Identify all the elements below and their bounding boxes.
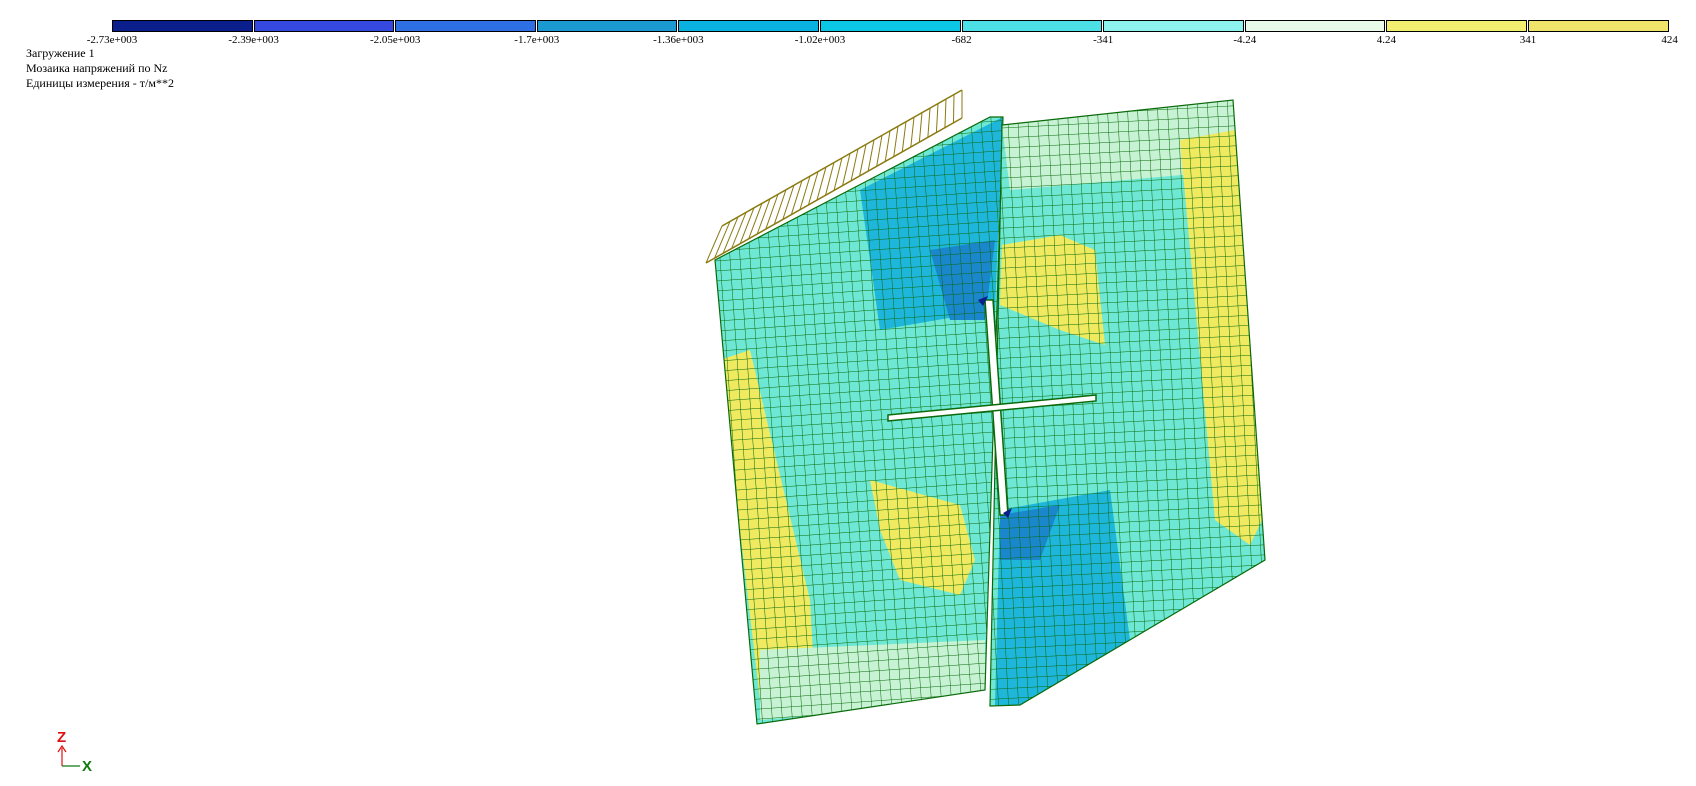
- load-arrow: [918, 112, 923, 143]
- x-axis-label: X: [82, 758, 92, 775]
- load-arrow: [893, 126, 899, 157]
- load-arrow: [722, 216, 739, 254]
- z-axis-label: Z: [57, 729, 66, 746]
- load-arrow: [714, 221, 731, 259]
- load-arrow: [867, 139, 875, 172]
- load-arrow: [739, 207, 755, 244]
- load-arrow: [935, 103, 939, 133]
- load-arrow: [910, 117, 915, 148]
- load-arrow: [927, 108, 931, 138]
- load-arrow: [901, 121, 907, 152]
- load-arrow: [748, 203, 763, 240]
- load-arrow: [944, 99, 947, 128]
- load-arrow: [833, 157, 843, 191]
- load-arrow: [876, 135, 883, 167]
- load-arrow: [850, 148, 859, 181]
- load-arrow: [859, 144, 867, 177]
- load-arrow: [952, 94, 955, 123]
- load-arrow: [884, 130, 891, 162]
- load-arrow: [731, 212, 747, 249]
- load-arrow: [842, 153, 851, 186]
- axis-indicator: Z X: [57, 729, 92, 775]
- load-arrow: [756, 198, 771, 235]
- stress-mosaic-canvas: Z X: [57, 89, 1266, 775]
